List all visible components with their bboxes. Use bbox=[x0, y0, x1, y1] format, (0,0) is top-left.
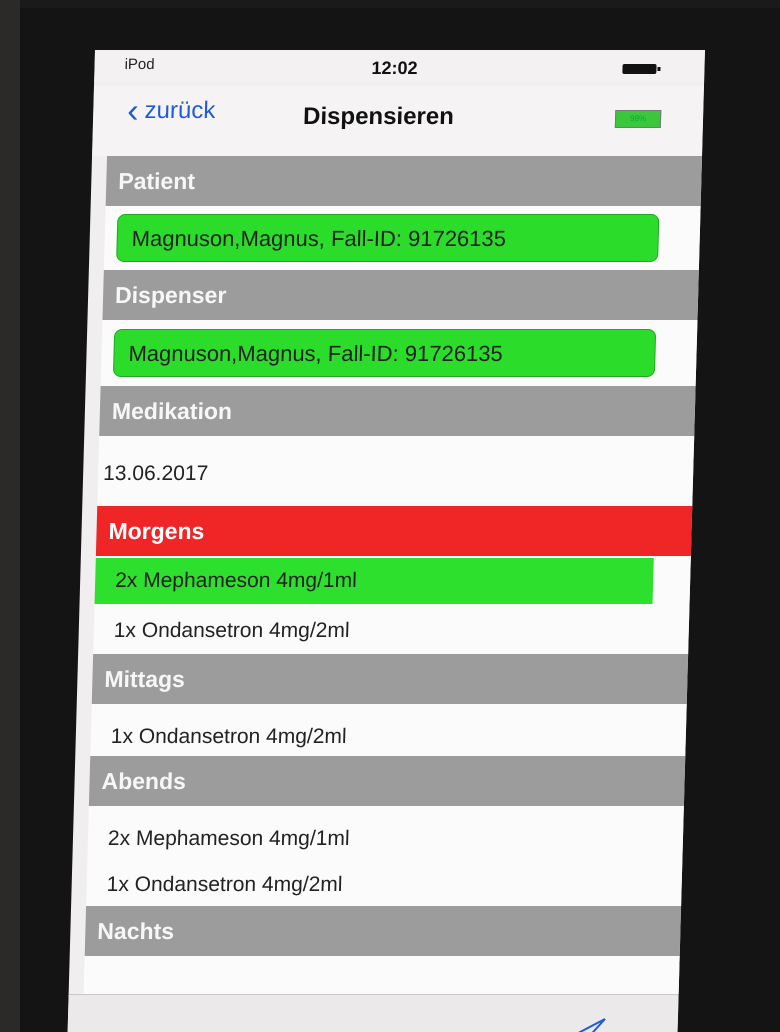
navigation-bar: ‹ zurück Dispensieren 98% bbox=[92, 86, 704, 156]
section-header-morgens: Morgens bbox=[95, 506, 706, 556]
section-header-nachts: Nachts bbox=[84, 906, 706, 956]
device-frame-edge bbox=[0, 0, 20, 1032]
page-title: Dispensieren bbox=[302, 103, 455, 130]
back-label: zurück bbox=[144, 97, 216, 124]
medication-date: 13.06.2017 bbox=[102, 462, 209, 485]
app-screen: iPod 12:02 ‹ zurück Dispensieren 98% Pat… bbox=[67, 50, 706, 1032]
medication-item-abends-2[interactable]: 1x Ondansetron 4mg/2ml bbox=[86, 862, 705, 908]
status-time: 12:02 bbox=[371, 58, 418, 78]
dispenser-field[interactable]: Magnuson,Magnus, Fall-ID: 91726135 bbox=[112, 329, 657, 377]
medication-item-morgens-1[interactable]: 2x Mephameson 4mg/1ml bbox=[94, 558, 654, 604]
medication-item-morgens-2[interactable]: 1x Ondansetron 4mg/2ml bbox=[93, 608, 705, 654]
paper-plane-icon[interactable] bbox=[572, 1017, 607, 1032]
section-header-dispenser: Dispenser bbox=[102, 270, 706, 320]
carrier-label: iPod bbox=[124, 56, 155, 73]
medication-item-abends-1[interactable]: 2x Mephameson 4mg/1ml bbox=[87, 816, 705, 862]
status-bar: iPod 12:02 bbox=[94, 50, 706, 82]
back-button[interactable]: ‹ zurück bbox=[126, 92, 216, 130]
medication-item-mittags-1[interactable]: 1x Ondansetron 4mg/2ml bbox=[90, 714, 705, 760]
patient-field[interactable]: Magnuson,Magnus, Fall-ID: 91726135 bbox=[116, 214, 660, 262]
bottom-toolbar bbox=[67, 994, 679, 1032]
section-header-mittags: Mittags bbox=[91, 654, 706, 704]
section-header-medikation: Medikation bbox=[99, 386, 706, 436]
battery-icon bbox=[622, 64, 657, 74]
nachts-band bbox=[83, 956, 705, 994]
chevron-left-icon: ‹ bbox=[126, 92, 140, 130]
section-header-abends: Abends bbox=[88, 756, 706, 806]
device-battery-badge: 98% bbox=[614, 110, 662, 128]
section-header-patient: Patient bbox=[105, 156, 706, 206]
